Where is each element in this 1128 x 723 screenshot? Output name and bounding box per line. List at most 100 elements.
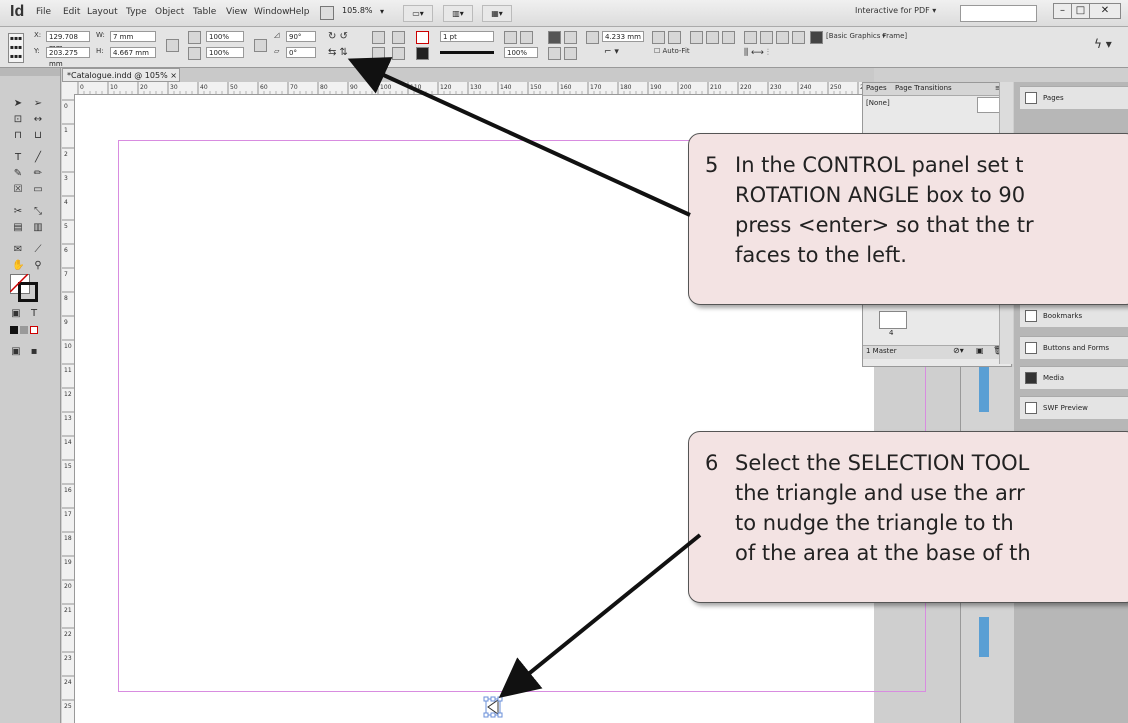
scale-y-field[interactable]: 100%	[206, 47, 244, 58]
lightning-icon[interactable]: ϟ ▾	[1094, 37, 1112, 51]
object-style-icon[interactable]	[810, 31, 823, 44]
fit-content-icon[interactable]	[652, 31, 665, 44]
formatting-text-icon[interactable]: T	[28, 308, 40, 320]
rotation-angle-field[interactable]: 90°	[286, 31, 316, 42]
effects-fx-icon[interactable]	[520, 31, 533, 44]
free-transform-tool-icon[interactable]: ⤡	[32, 206, 44, 218]
pencil-tool-icon[interactable]: ✏	[32, 168, 44, 180]
gradient-feather-tool-icon[interactable]: ▥	[32, 222, 44, 234]
close-tab-icon[interactable]: ×	[170, 71, 177, 80]
reference-point-icon[interactable]: ▪▪▪ ▪▪▪ ▪▪▪	[8, 33, 24, 63]
wrap-shape-icon[interactable]	[548, 47, 561, 60]
new-page-icon[interactable]: ▣	[976, 346, 984, 355]
gradient-swatch-tool-icon[interactable]: ▤	[12, 222, 24, 234]
constrain-scale-icon[interactable]	[254, 39, 267, 52]
preview-mode-icon[interactable]: ▪	[28, 346, 40, 358]
corner-options-icon[interactable]: ⌐ ▾	[604, 47, 619, 57]
selection-tool-icon[interactable]: ➤	[12, 98, 24, 110]
constrain-proportions-icon[interactable]	[166, 39, 179, 52]
close-button[interactable]: ✕	[1089, 3, 1121, 19]
apply-none-icon[interactable]	[30, 326, 38, 334]
select-previous-icon[interactable]	[392, 31, 405, 44]
screen-mode-button[interactable]: ▭▾	[403, 5, 433, 22]
wrap-none-icon[interactable]	[548, 31, 561, 44]
zoom-dropdown-icon[interactable]: ▾	[380, 7, 384, 16]
scrollbar-thumb-lower[interactable]	[979, 617, 989, 657]
align-right-icon[interactable]	[776, 31, 789, 44]
document-tab[interactable]: *Catalogue.indd @ 105% ×	[62, 68, 180, 82]
gap-tool-icon[interactable]: ↔	[32, 114, 44, 126]
view-options-button[interactable]: ▥▾	[443, 5, 473, 22]
arrange-documents-button[interactable]: ▦▾	[482, 5, 512, 22]
select-container-icon[interactable]	[372, 31, 385, 44]
wrap-jump-icon[interactable]	[564, 47, 577, 60]
page-4-thumbnail[interactable]	[879, 311, 907, 329]
tab-pages[interactable]: Pages	[866, 84, 887, 92]
menu-table[interactable]: Table	[193, 7, 216, 17]
menu-file[interactable]: File	[36, 7, 51, 17]
fill-swatch-icon[interactable]	[416, 31, 429, 44]
distribute-icon[interactable]	[792, 31, 805, 44]
menu-layout[interactable]: Layout	[87, 7, 118, 17]
panel-media[interactable]: Media	[1020, 366, 1128, 389]
dimension-field[interactable]: 4.233 mm	[602, 31, 644, 42]
distribute-spacing-icon[interactable]: ⫼ ⟷ ⫶	[744, 48, 769, 58]
stroke-weight-field[interactable]: 1 pt	[440, 31, 494, 42]
scissors-tool-icon[interactable]: ✂	[12, 206, 24, 218]
stroke-type-selector[interactable]	[440, 51, 494, 54]
direct-selection-tool-icon[interactable]: ➢	[32, 98, 44, 110]
style-dropdown-icon[interactable]: ▾	[882, 32, 886, 40]
panel-swf-preview[interactable]: SWF Preview	[1020, 396, 1128, 419]
apply-color-icon[interactable]	[10, 326, 18, 334]
rectangle-frame-tool-icon[interactable]: ☒	[12, 184, 24, 196]
hand-tool-icon[interactable]: ✋	[12, 260, 24, 272]
maximize-button[interactable]: □	[1071, 3, 1090, 19]
panel-buttons-and-forms[interactable]: Buttons and Forms	[1020, 336, 1128, 359]
menu-type[interactable]: Type	[126, 7, 147, 17]
center-content-icon[interactable]	[722, 31, 735, 44]
rotate-cw-icon[interactable]: ↻ ↺	[328, 31, 348, 42]
menu-edit[interactable]: Edit	[63, 7, 80, 17]
align-left-icon[interactable]	[744, 31, 757, 44]
formatting-container-icon[interactable]: ▣	[10, 308, 22, 320]
zoom-tool-icon[interactable]: ⚲	[32, 260, 44, 272]
h-field[interactable]: 4.667 mm	[110, 47, 156, 58]
wrap-bounding-icon[interactable]	[564, 31, 577, 44]
search-input[interactable]	[960, 5, 1037, 22]
vertical-ruler[interactable]: 0 1 2 3 4 5 6 7 8 9 10 11 12 13 14 15 16 17 18 19 20 21 22 23 24…	[62, 94, 75, 723]
y-field[interactable]: 203.275 mm	[46, 47, 90, 68]
fit-proportional-icon[interactable]	[706, 31, 719, 44]
bridge-icon[interactable]	[320, 6, 334, 20]
fit-frame-icon[interactable]	[668, 31, 681, 44]
scrollbar-thumb[interactable]	[979, 367, 989, 412]
content-placer-icon[interactable]: ⊔	[32, 130, 44, 142]
rectangle-tool-icon[interactable]: ▭	[32, 184, 44, 196]
none-master-label[interactable]: [None]	[866, 99, 890, 107]
minimize-button[interactable]: –	[1053, 3, 1072, 19]
none-master-thumbnail[interactable]	[977, 97, 1001, 113]
tab-page-transitions[interactable]: Page Transitions	[895, 84, 952, 92]
menu-view[interactable]: View	[226, 7, 247, 17]
autofit-checkbox[interactable]: ☐ Auto-Fit	[654, 47, 690, 55]
selected-triangle[interactable]	[483, 696, 503, 718]
panel-pages[interactable]: Pages	[1020, 86, 1128, 109]
align-center-icon[interactable]	[760, 31, 773, 44]
menu-window[interactable]: Window	[254, 7, 290, 17]
select-next-icon[interactable]	[392, 47, 405, 60]
horizontal-ruler[interactable]: 0 10 20 30 40 50 60 70 80 90 100 110 120 130 140 150 160…	[62, 82, 874, 95]
stroke-swatch-icon[interactable]	[416, 47, 429, 60]
page-tool-icon[interactable]: ⊡	[12, 114, 24, 126]
workspace-switcher[interactable]: Interactive for PDF ▾	[855, 6, 936, 15]
note-tool-icon[interactable]: ✉	[12, 244, 24, 256]
scale-x-field[interactable]: 100%	[206, 31, 244, 42]
x-field[interactable]: 129.708 mm	[46, 31, 90, 52]
fill-stroke-icon[interactable]	[10, 274, 38, 302]
opacity-field[interactable]: 100%	[504, 47, 538, 58]
eyedropper-tool-icon[interactable]: ⟋	[32, 244, 44, 256]
object-style-dropdown[interactable]: [Basic Graphics Frame]	[826, 32, 907, 40]
line-tool-icon[interactable]: ╱	[32, 152, 44, 164]
panel-bookmarks[interactable]: Bookmarks	[1020, 304, 1128, 327]
w-field[interactable]: 7 mm	[110, 31, 156, 42]
pen-tool-icon[interactable]: ✎	[12, 168, 24, 180]
drop-shadow-icon[interactable]	[504, 31, 517, 44]
